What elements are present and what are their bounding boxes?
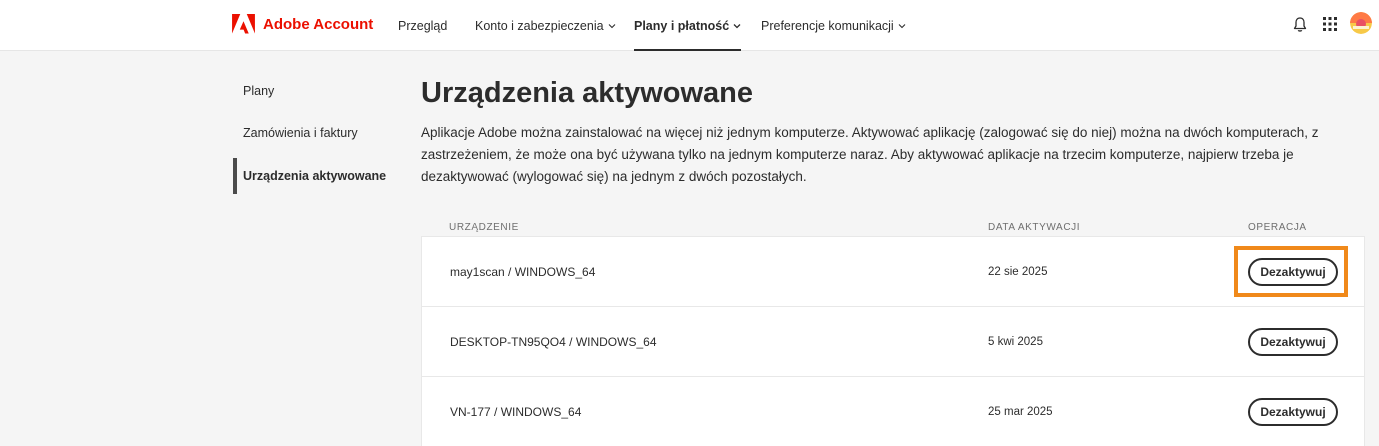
column-header-activation-date: DATA AKTYWACJI (988, 222, 1081, 233)
activation-date: 25 mar 2025 (988, 406, 1053, 418)
page-title: Urządzenia aktywowane (421, 77, 753, 109)
nav-przeglad[interactable]: Przegląd (398, 0, 447, 51)
apps-grid-icon[interactable] (1320, 14, 1340, 34)
device-name: DESKTOP-TN95QO4 / WINDOWS_64 (450, 335, 657, 349)
sidebar-item-label: Plany (243, 84, 275, 98)
nav-konto-i-zabezpieczenia[interactable]: Konto i zabezpieczenia (475, 0, 616, 51)
brand-name: Adobe Account (263, 15, 374, 33)
chevron-down-icon (608, 23, 615, 28)
table-row: may1scan / WINDOWS_64 22 sie 2025 Dezakt… (422, 237, 1364, 307)
sidebar-item-label: Urządzenia aktywowane (243, 169, 387, 183)
bell-icon-glyph (1293, 16, 1307, 32)
sidebar-item-zamowienia-i-faktury[interactable]: Zamówienia i faktury (233, 115, 393, 151)
apps-grid-glyph (1323, 17, 1337, 31)
column-header-device: URZĄDZENIE (449, 222, 519, 233)
nav-label: Plany i płatność (634, 18, 730, 33)
nav-label: Przegląd (398, 18, 448, 33)
chevron-down-icon (733, 23, 741, 28)
top-navigation-bar: Adobe Account Przegląd Konto i zabezpiec… (0, 0, 1379, 51)
avatar[interactable] (1350, 12, 1372, 34)
deactivate-button[interactable]: Dezaktywuj (1248, 258, 1338, 286)
nav-preferencje-komunikacji[interactable]: Preferencje komunikacji (761, 0, 906, 51)
nav-label: Konto i zabezpieczenia (475, 18, 604, 33)
activation-date: 5 kwi 2025 (988, 336, 1043, 348)
page-description: Aplikacje Adobe można zainstalować na wi… (421, 125, 1319, 184)
device-name: may1scan / WINDOWS_64 (450, 265, 596, 279)
avatar-image-icon (1350, 12, 1372, 34)
deactivate-button[interactable]: Dezaktywuj (1248, 328, 1338, 356)
devices-table: may1scan / WINDOWS_64 22 sie 2025 Dezakt… (421, 236, 1365, 446)
brand[interactable]: Adobe Account (232, 12, 373, 36)
column-header-action: OPERACJA (1248, 222, 1307, 233)
chevron-down-icon (898, 23, 906, 28)
table-row: DESKTOP-TN95QO4 / WINDOWS_64 5 kwi 2025 … (422, 307, 1364, 377)
nav-label: Preferencje komunikacji (761, 18, 894, 33)
table-row: VN-177 / WINDOWS_64 25 mar 2025 Dezaktyw… (422, 377, 1364, 446)
sidebar-item-label: Zamówienia i faktury (243, 126, 358, 140)
sidebar-item-urzadzenia-aktywowane[interactable]: Urządzenia aktywowane (233, 158, 393, 194)
adobe-logo-icon (232, 14, 255, 34)
bell-icon[interactable] (1290, 14, 1310, 34)
sidebar-item-plany[interactable]: Plany (233, 73, 393, 109)
device-name: VN-177 / WINDOWS_64 (450, 405, 582, 419)
deactivate-button[interactable]: Dezaktywuj (1248, 398, 1338, 426)
activation-date: 22 sie 2025 (988, 266, 1048, 278)
nav-plany-i-platnosc[interactable]: Plany i płatność (634, 0, 742, 51)
